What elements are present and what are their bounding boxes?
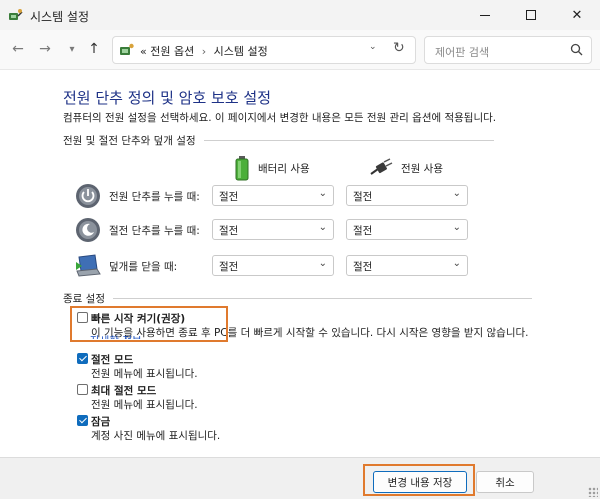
chevron-down-icon: ⌄: [318, 222, 327, 233]
select-value: 절전: [353, 225, 373, 237]
breadcrumb-overflow[interactable]: «: [140, 45, 147, 58]
divider: [112, 298, 532, 299]
minimize-icon: [480, 14, 490, 16]
maximize-button[interactable]: [508, 0, 554, 30]
sleep-button-ac-select[interactable]: 절전 ⌄: [346, 219, 468, 240]
laptop-lid-icon: [76, 254, 101, 277]
shutdown-group-header: 종료 설정: [63, 291, 532, 306]
sleep-mode-checkbox[interactable]: [77, 353, 88, 364]
search-box[interactable]: 제어판 검색: [424, 36, 592, 64]
power-button-ac-select[interactable]: 절전 ⌄: [346, 185, 468, 206]
navigation-bar: ← → ▾ ↑ « 전원 옵션 › 시스템 설정 ⌄ ↻ 제어판 검색: [0, 30, 600, 70]
search-placeholder: 제어판 검색: [435, 46, 490, 59]
control-panel-icon: [120, 43, 134, 55]
address-bar[interactable]: « 전원 옵션 › 시스템 설정 ⌄ ↻: [112, 36, 416, 64]
select-value: 절전: [219, 225, 239, 237]
plug-icon: [370, 158, 393, 175]
chevron-down-icon: ⌄: [318, 258, 327, 269]
row-label: 절전 단추를 누를 때:: [109, 225, 200, 237]
page-description: 컴퓨터의 전원 설정을 선택하세요. 이 페이지에서 변경한 내용은 모든 전원…: [63, 112, 497, 124]
title-bar: 시스템 설정 ✕: [0, 0, 600, 30]
forward-button[interactable]: →: [36, 40, 54, 58]
close-button[interactable]: ✕: [554, 0, 600, 30]
search-icon: [570, 43, 583, 56]
cancel-button[interactable]: 취소: [476, 471, 534, 493]
ac-column-label: 전원 사용: [401, 162, 443, 175]
lid-close-battery-select[interactable]: 절전 ⌄: [212, 255, 334, 276]
arrow-right-icon: →: [39, 41, 51, 57]
chevron-down-icon: ⌄: [452, 188, 461, 199]
select-value: 절전: [353, 261, 373, 273]
page-title: 전원 단추 정의 및 암호 보호 설정: [63, 89, 272, 107]
select-value: 절전: [219, 191, 239, 203]
arrow-left-icon: ←: [12, 41, 24, 57]
sleep-icon: [76, 218, 100, 242]
chevron-down-icon: ▾: [69, 43, 75, 55]
power-group-header: 전원 및 절전 단추와 덮개 설정: [63, 133, 494, 148]
lock-label: 잠금: [91, 416, 111, 428]
power-button-row: 전원 단추를 누를 때: 절전 ⌄ 절전 ⌄: [75, 183, 475, 209]
resize-grip[interactable]: [588, 487, 598, 497]
chevron-down-icon: ⌄: [318, 188, 327, 199]
hibernate-checkbox[interactable]: [77, 384, 88, 395]
sleep-mode-label: 절전 모드: [91, 354, 134, 366]
save-button-highlight: [363, 464, 475, 496]
arrow-up-icon: ↑: [88, 41, 100, 57]
sleep-button-row: 절전 단추를 누를 때: 절전 ⌄ 절전 ⌄: [75, 217, 475, 243]
power-options-app-icon: [9, 9, 23, 20]
footer-bar: 변경 내용 저장 취소: [0, 457, 600, 499]
chevron-down-icon: ⌄: [452, 258, 461, 269]
up-button[interactable]: ↑: [85, 40, 103, 58]
back-button[interactable]: ←: [9, 40, 27, 58]
refresh-icon[interactable]: ↻: [393, 40, 405, 56]
divider: [203, 140, 494, 141]
battery-column-header: 배터리 사용: [234, 155, 310, 181]
lock-checkbox[interactable]: [77, 415, 88, 426]
sleep-mode-description: 전원 메뉴에 표시됩니다.: [91, 368, 198, 380]
ac-column-header: 전원 사용: [369, 155, 443, 181]
breadcrumb-separator: ›: [201, 45, 207, 58]
sleep-button-battery-select[interactable]: 절전 ⌄: [212, 219, 334, 240]
power-icon: [76, 184, 100, 208]
power-group-title: 전원 및 절전 단추와 덮개 설정: [63, 135, 196, 147]
battery-icon: [235, 156, 249, 181]
maximize-icon: [526, 10, 536, 20]
hibernate-description: 전원 메뉴에 표시됩니다.: [91, 399, 198, 411]
row-label: 덮개를 닫을 때:: [109, 261, 178, 273]
row-label: 전원 단추를 누를 때:: [109, 191, 200, 203]
lock-description: 계정 사진 메뉴에 표시됩니다.: [91, 430, 221, 442]
select-value: 절전: [219, 261, 239, 273]
minimize-button[interactable]: [462, 0, 508, 30]
breadcrumb: « 전원 옵션 › 시스템 설정: [140, 43, 268, 59]
battery-column-label: 배터리 사용: [258, 162, 310, 175]
fast-startup-highlight: [70, 306, 228, 342]
lid-close-row: 덮개를 닫을 때: 절전 ⌄ 절전 ⌄: [75, 253, 475, 279]
shutdown-group-title: 종료 설정: [63, 293, 105, 305]
address-dropdown-icon[interactable]: ⌄: [369, 42, 377, 52]
breadcrumb-power-options[interactable]: 전원 옵션: [150, 45, 194, 58]
select-value: 절전: [353, 191, 373, 203]
close-icon: ✕: [571, 7, 583, 23]
chevron-down-icon: ⌄: [452, 222, 461, 233]
breadcrumb-system-settings[interactable]: 시스템 설정: [214, 45, 268, 58]
lid-close-ac-select[interactable]: 절전 ⌄: [346, 255, 468, 276]
window-title: 시스템 설정: [30, 10, 90, 24]
power-button-battery-select[interactable]: 절전 ⌄: [212, 185, 334, 206]
main-content: 전원 단추 정의 및 암호 보호 설정 컴퓨터의 전원 설정을 선택하세요. 이…: [0, 71, 600, 457]
recent-locations-button[interactable]: ▾: [63, 40, 81, 58]
hibernate-label: 최대 절전 모드: [91, 385, 157, 397]
